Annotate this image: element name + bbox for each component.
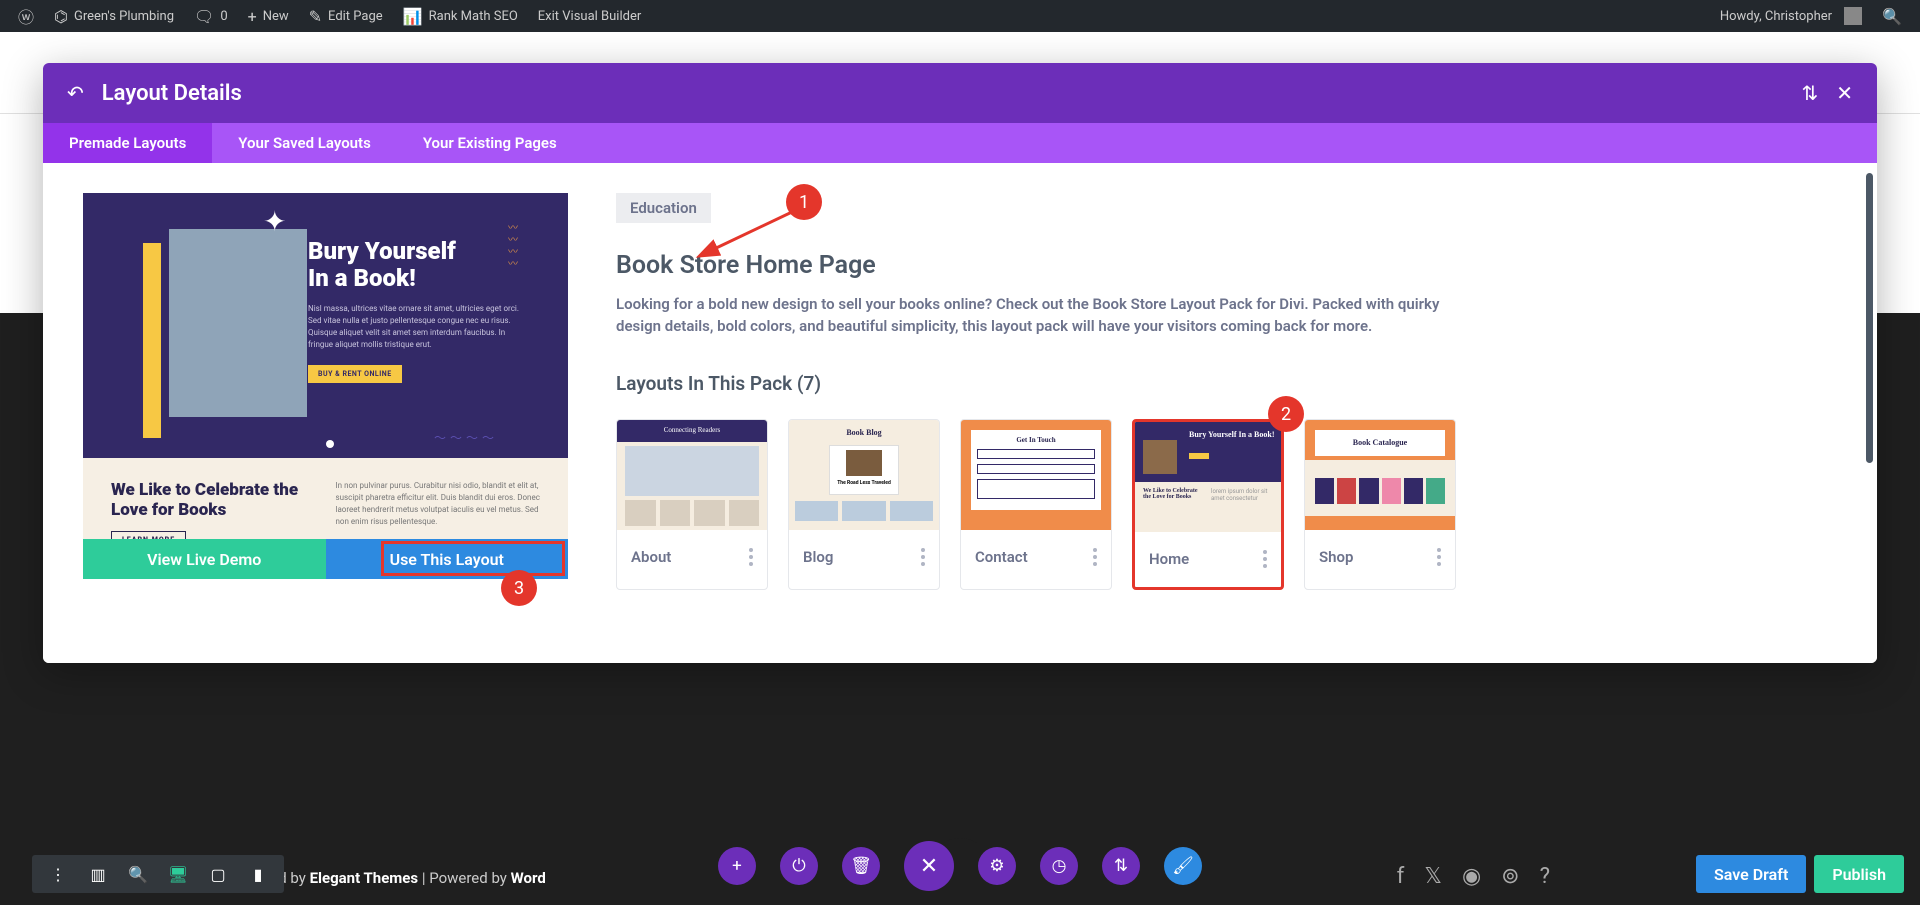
avatar xyxy=(1844,7,1862,25)
new-content[interactable]: +New xyxy=(238,0,299,32)
tab-premade[interactable]: Premade Layouts xyxy=(43,123,212,163)
annotation-highlight-3 xyxy=(381,541,566,576)
card-label: Shop xyxy=(1319,548,1353,566)
help-icon[interactable]: ? xyxy=(1540,864,1550,889)
swap-button[interactable]: ⇅ xyxy=(1102,847,1140,885)
wave-decor: 〜〜〜〜 xyxy=(434,429,498,446)
card-label: Blog xyxy=(803,548,833,566)
layout-cards-row: Connecting Readers About Book Blog The R… xyxy=(616,419,1837,590)
zoom-icon[interactable]: 🔍 xyxy=(118,855,158,893)
save-draft-button[interactable]: Save Draft xyxy=(1696,855,1806,893)
publish-button[interactable]: Publish xyxy=(1814,855,1904,893)
more-icon[interactable] xyxy=(1093,548,1097,566)
pack-heading: Layouts In This Pack (7) xyxy=(616,372,1837,395)
close-builder-button[interactable]: ✕ xyxy=(904,841,954,891)
scrollbar[interactable] xyxy=(1866,173,1873,463)
annotation-2: 2 xyxy=(1268,396,1304,432)
modal-tabs: Premade Layouts Your Saved Layouts Your … xyxy=(43,123,1877,163)
layout-description: Looking for a bold new design to sell yo… xyxy=(616,294,1466,338)
more-icon[interactable] xyxy=(749,548,753,566)
tab-saved[interactable]: Your Saved Layouts xyxy=(212,123,397,163)
dashboard-icon: ⌬ xyxy=(54,7,68,26)
clock-icon: ◷ xyxy=(1052,856,1067,876)
rss-icon[interactable]: ⊚ xyxy=(1501,864,1519,889)
card-thumb: Bury Yourself In a Book! We Like to Cele… xyxy=(1135,422,1281,532)
preview-learn-more: LEARN MORE xyxy=(111,531,186,539)
preview-cta: BUY & RENT ONLINE xyxy=(308,365,402,383)
annotation-3: 3 xyxy=(501,570,537,606)
modal-header: ↶ Layout Details ⇅ ✕ xyxy=(43,63,1877,123)
layout-modal: ↶ Layout Details ⇅ ✕ Premade Layouts You… xyxy=(43,63,1877,663)
tablet-icon[interactable]: ▢ xyxy=(198,855,238,893)
dot-decor xyxy=(326,440,334,448)
layout-card-blog[interactable]: Book Blog The Road Less Traveled Blog xyxy=(788,419,940,590)
publish-buttons: Save Draft Publish xyxy=(1696,855,1904,893)
layout-card-home[interactable]: Bury Yourself In a Book! We Like to Cele… xyxy=(1132,419,1284,590)
layout-card-about[interactable]: Connecting Readers About xyxy=(616,419,768,590)
decor-yellow-bar xyxy=(143,243,161,438)
view-live-demo-button[interactable]: View Live Demo xyxy=(83,539,326,579)
annotation-1: 1 xyxy=(786,184,822,220)
more-icon[interactable] xyxy=(921,548,925,566)
decor-photo xyxy=(163,223,313,423)
chart-icon: 📊 xyxy=(403,7,423,26)
search-toggle[interactable]: 🔍 xyxy=(1872,0,1912,32)
phone-icon[interactable]: ▮ xyxy=(238,855,278,893)
tab-existing[interactable]: Your Existing Pages xyxy=(397,123,583,163)
footer-credit: ned by Elegant Themes | Powered by Word xyxy=(262,869,546,887)
card-thumb: Get In Touch xyxy=(961,420,1111,530)
preview-actions: View Live Demo Use This Layout xyxy=(83,539,568,579)
howdy-user[interactable]: Howdy, Christopher xyxy=(1710,0,1872,32)
card-thumb: Book Catalogue xyxy=(1305,420,1455,530)
more-icon[interactable] xyxy=(1263,550,1267,568)
category-tag[interactable]: Education xyxy=(616,193,711,223)
desktop-icon[interactable]: 🖥 xyxy=(158,855,198,893)
layout-card-shop[interactable]: Book Catalogue Shop xyxy=(1304,419,1456,590)
star-icon: ✦ xyxy=(263,205,286,238)
wp-admin-bar: ⓦ ⌬Green's Plumbing 🗨0 +New ✎Edit Page 📊… xyxy=(0,0,1920,32)
viewport-tools: ⋮ ▥ 🔍 🖥 ▢ ▮ xyxy=(32,855,284,893)
social-icons: f 𝕏 ◉ ⊚ ? xyxy=(1397,864,1550,889)
comment-icon: 🗨 xyxy=(194,7,214,26)
modal-body: ✦ 〰〰〰〰 Bury YourselfIn a Book! Nisl mass… xyxy=(43,163,1877,663)
close-icon[interactable]: ✕ xyxy=(1836,81,1853,105)
wordpress-icon: ⓦ xyxy=(18,4,34,28)
power-button[interactable]: ⏻ xyxy=(780,847,818,885)
add-button[interactable]: + xyxy=(718,847,756,885)
more-menu-icon[interactable]: ⋮ xyxy=(38,855,78,893)
builder-circle-buttons: + ⏻ 🗑 ✕ ⚙ ◷ ⇅ 🖌 xyxy=(718,841,1202,891)
modal-title: Layout Details xyxy=(102,81,1784,106)
history-button[interactable]: ◷ xyxy=(1040,847,1078,885)
exit-vb-link[interactable]: Exit Visual Builder xyxy=(528,0,651,32)
comments-link[interactable]: 🗨0 xyxy=(184,0,238,32)
brush-button[interactable]: 🖌 xyxy=(1164,847,1202,885)
x-icon[interactable]: 𝕏 xyxy=(1424,864,1442,889)
search-icon: 🔍 xyxy=(1882,7,1902,26)
back-button[interactable]: ↶ xyxy=(67,81,84,105)
wireframe-icon[interactable]: ▥ xyxy=(78,855,118,893)
layout-preview-image: ✦ 〰〰〰〰 Bury YourselfIn a Book! Nisl mass… xyxy=(83,193,568,539)
plus-icon: + xyxy=(248,7,257,26)
card-label: About xyxy=(631,548,671,566)
rank-math-link[interactable]: 📊Rank Math SEO xyxy=(393,0,528,32)
preview-column: ✦ 〰〰〰〰 Bury YourselfIn a Book! Nisl mass… xyxy=(83,193,568,633)
gear-icon: ⚙ xyxy=(989,856,1004,876)
trash-button[interactable]: 🗑 xyxy=(842,847,880,885)
site-name: Green's Plumbing xyxy=(74,9,174,24)
site-name-link[interactable]: ⌬ Green's Plumbing xyxy=(44,0,184,32)
card-label: Contact xyxy=(975,548,1028,566)
settings-button[interactable]: ⚙ xyxy=(978,847,1016,885)
more-icon[interactable] xyxy=(1437,548,1441,566)
card-thumb: Connecting Readers xyxy=(617,420,767,530)
pencil-icon: ✎ xyxy=(309,7,322,26)
layout-card-contact[interactable]: Get In Touch Contact xyxy=(960,419,1112,590)
comments-count: 0 xyxy=(220,9,227,24)
dribbble-icon[interactable]: ◉ xyxy=(1462,864,1481,889)
edit-page-link[interactable]: ✎Edit Page xyxy=(299,0,393,32)
facebook-icon[interactable]: f xyxy=(1397,864,1405,889)
card-label: Home xyxy=(1149,550,1189,568)
sort-icon[interactable]: ⇅ xyxy=(1801,81,1818,105)
card-thumb: Book Blog The Road Less Traveled xyxy=(789,420,939,530)
wp-logo[interactable]: ⓦ xyxy=(8,0,44,32)
